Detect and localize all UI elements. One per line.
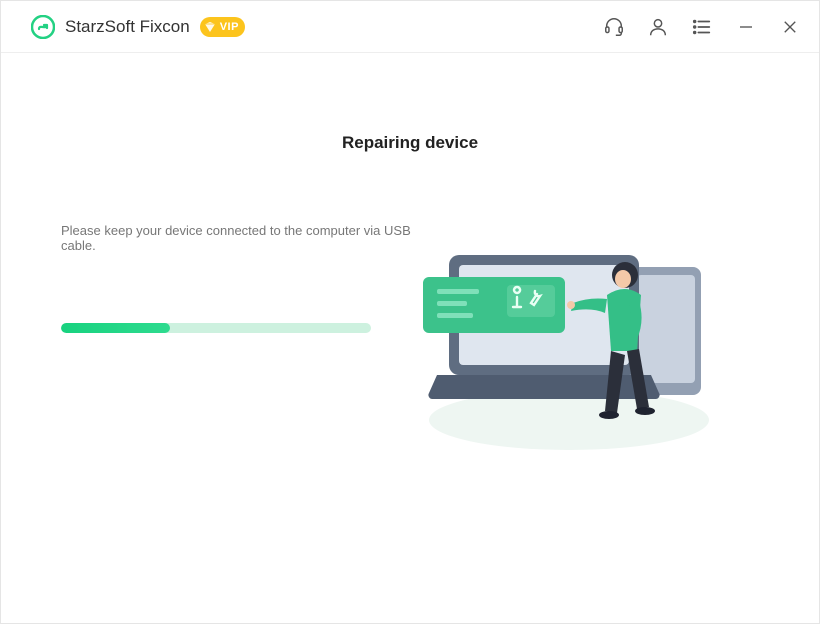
minimize-button[interactable] — [735, 16, 757, 38]
vip-badge: VIP — [200, 17, 245, 37]
instruction-text: Please keep your device connected to the… — [61, 223, 421, 253]
vip-label: VIP — [220, 21, 239, 33]
menu-icon[interactable] — [691, 16, 713, 38]
support-icon[interactable] — [603, 16, 625, 38]
page-heading: Repairing device — [61, 133, 759, 153]
diamond-icon — [202, 19, 218, 35]
progress-bar — [61, 323, 371, 333]
titlebar: StarzSoft Fixcon VIP — [1, 1, 819, 53]
titlebar-controls — [603, 16, 801, 38]
repair-illustration — [419, 225, 719, 455]
app-title: StarzSoft Fixcon — [65, 17, 190, 37]
account-icon[interactable] — [647, 16, 669, 38]
close-button[interactable] — [779, 16, 801, 38]
app-logo-icon — [31, 15, 55, 39]
progress-fill — [61, 323, 170, 333]
main-content: Repairing device Please keep your device… — [1, 53, 819, 623]
